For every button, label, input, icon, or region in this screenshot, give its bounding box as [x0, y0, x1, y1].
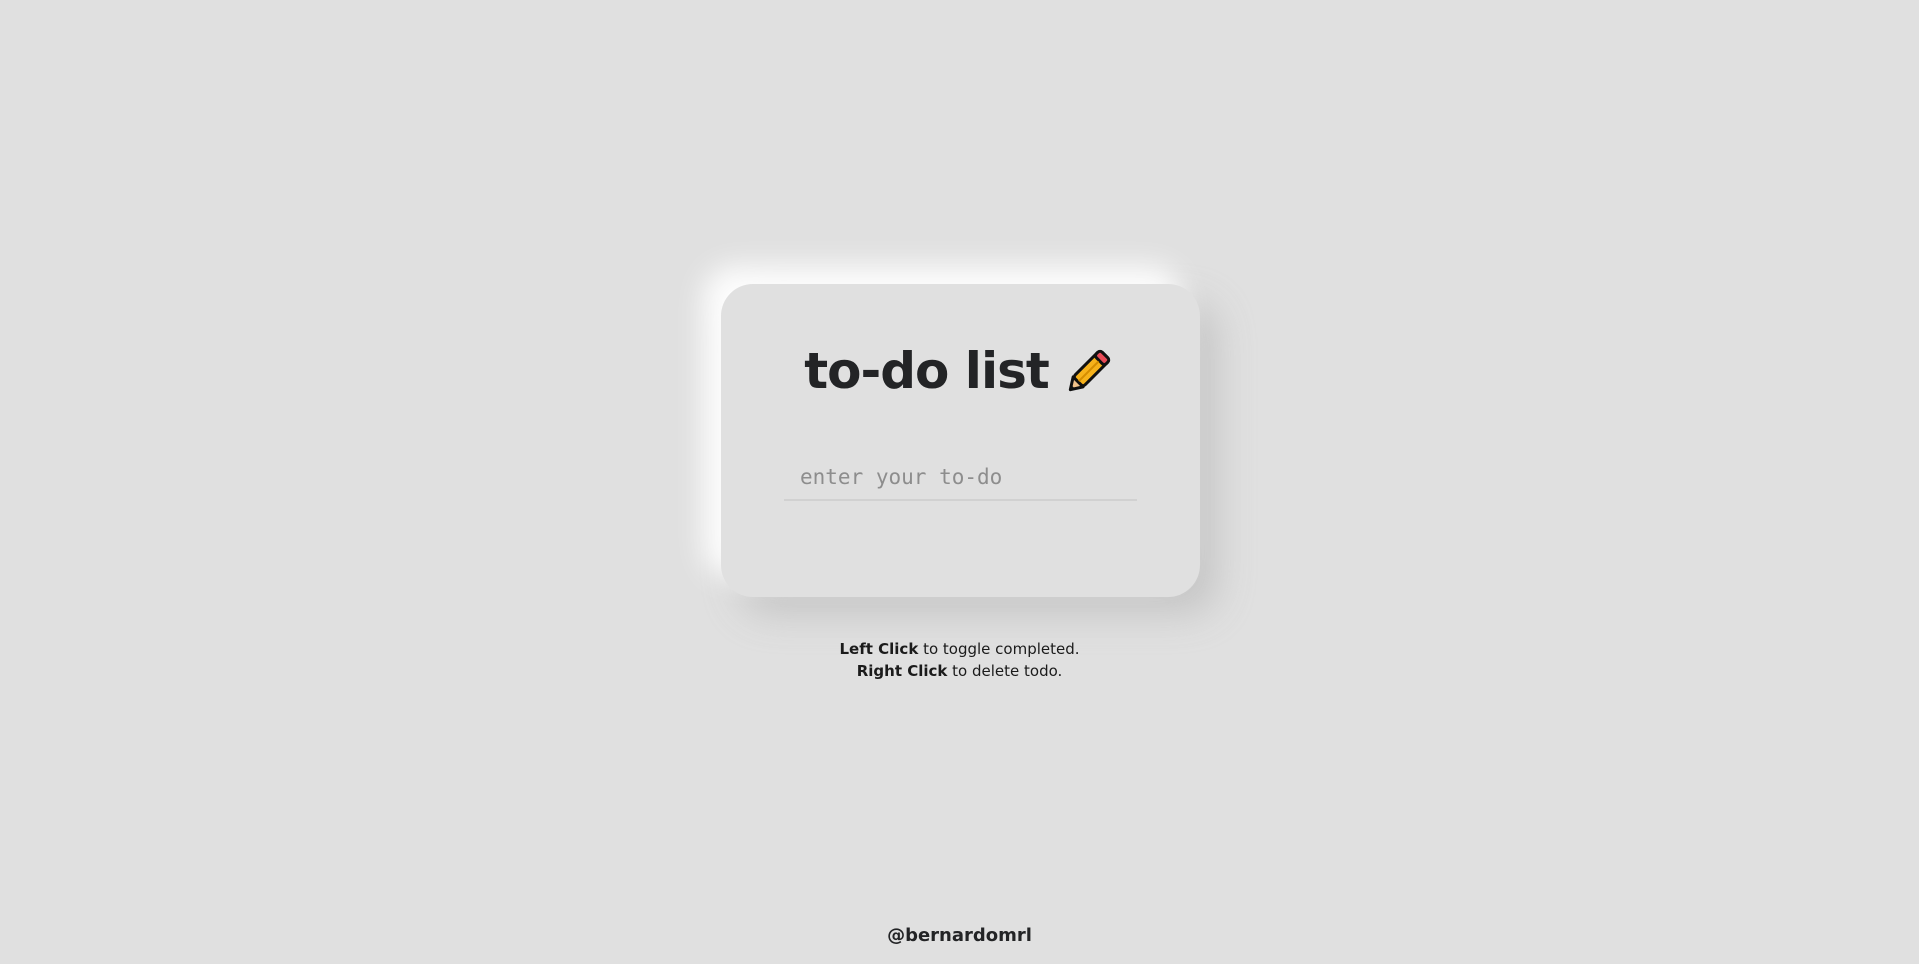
- todo-page: to-do list Left Click to toggle complete: [0, 0, 1919, 964]
- todo-input-wrapper: [784, 455, 1137, 501]
- pencil-icon: [1059, 343, 1117, 401]
- page-title: to-do list: [804, 342, 1049, 400]
- right-click-label: Right Click: [856, 662, 948, 680]
- todo-input[interactable]: [784, 455, 1137, 499]
- title-row: to-do list: [721, 340, 1200, 402]
- left-click-label: Left Click: [839, 640, 919, 658]
- left-click-help: Left Click to toggle completed.: [0, 638, 1919, 660]
- footer-handle: @bernardomrl: [887, 925, 1032, 946]
- right-click-description: to delete todo.: [947, 662, 1063, 680]
- left-click-description: to toggle completed.: [918, 640, 1080, 658]
- usage-help: Left Click to toggle completed. Right Cl…: [0, 638, 1919, 682]
- right-click-help: Right Click to delete todo.: [0, 660, 1919, 682]
- todo-card: to-do list: [721, 284, 1200, 597]
